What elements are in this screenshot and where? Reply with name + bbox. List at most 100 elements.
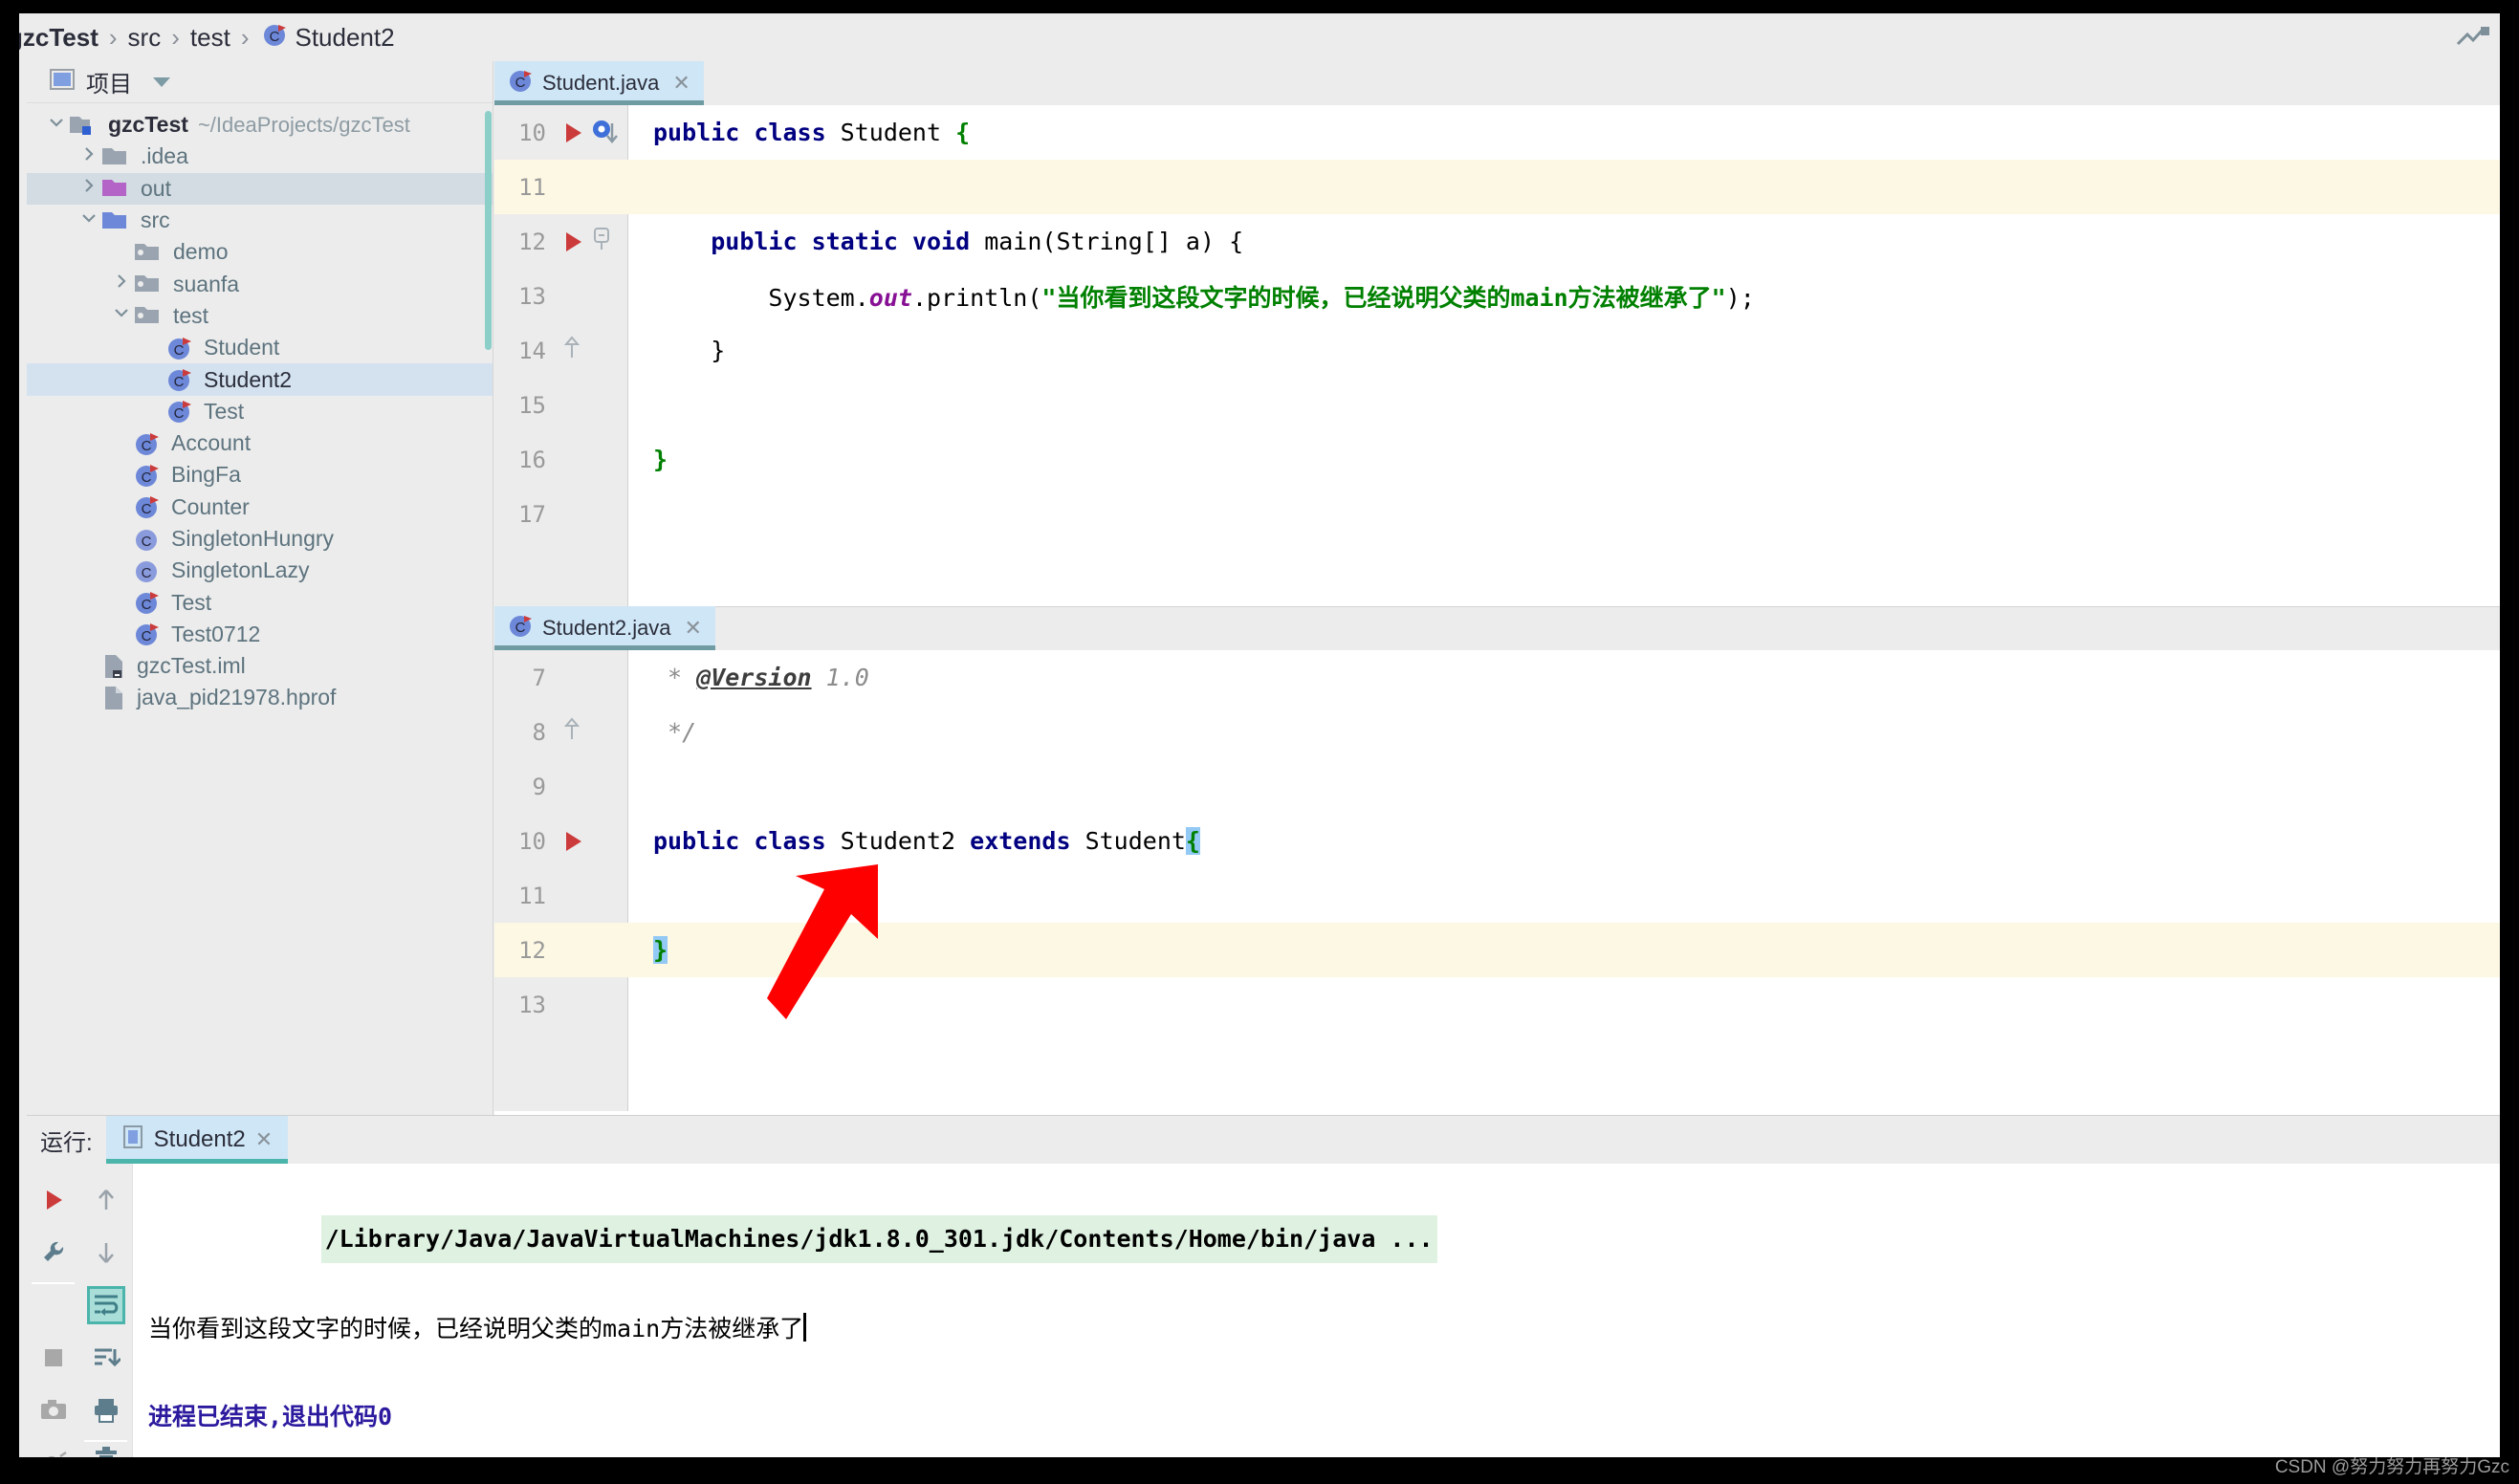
code-line[interactable]: 8 */	[494, 705, 2500, 759]
fold-end-icon[interactable]	[561, 335, 582, 366]
close-icon[interactable]: ✕	[255, 1127, 273, 1152]
chevron-down-icon[interactable]	[109, 303, 134, 328]
code-line[interactable]: 12}	[494, 923, 2500, 977]
code-editor-student[interactable]: 10 public class Student { 11 12 public stat…	[494, 105, 2500, 606]
breadcrumb: gzcTest › src › test › C Student2	[19, 13, 2500, 61]
run-triangle-icon[interactable]	[561, 120, 584, 145]
tree-item-out[interactable]: out	[27, 172, 493, 205]
tree-item-account[interactable]: C Account	[27, 427, 493, 459]
tree-item-suanfa[interactable]: suanfa	[27, 268, 493, 299]
breadcrumb-item-src[interactable]: src	[128, 23, 162, 53]
code-line[interactable]: 13 System.out.println("当你看到这段文字的时候，已经说明父…	[494, 269, 2500, 323]
camera-icon[interactable]	[27, 1384, 79, 1436]
hprof-file-icon	[101, 685, 126, 711]
tree-item-label: test	[173, 302, 209, 328]
rerun-button[interactable]	[27, 1173, 79, 1226]
code-line[interactable]: 16}	[494, 432, 2500, 487]
close-icon[interactable]: ✕	[672, 71, 690, 96]
console-toolbar	[27, 1164, 132, 1457]
tree-item-label: gzcTest	[108, 112, 188, 138]
code-line[interactable]: 17	[494, 487, 2500, 541]
tree-item-bingfa[interactable]: C BingFa	[27, 459, 493, 491]
code-line[interactable]: 11	[494, 160, 2500, 214]
code-line[interactable]: 10 public class Student2 extends Student{	[494, 814, 2500, 868]
code-line[interactable]: 12 public static void main(String[] a) {	[494, 214, 2500, 269]
code-line[interactable]: 11	[494, 868, 2500, 923]
run-tab-student2[interactable]: Student2 ✕	[105, 1116, 289, 1164]
line-number: 11	[518, 173, 546, 201]
project-tree[interactable]: gzcTest ~/IdeaProjects/gzcTest .idea out src…	[27, 103, 493, 714]
code-text: }	[653, 936, 668, 964]
code-line[interactable]: 9	[494, 759, 2500, 814]
overridden-method-icon[interactable]	[591, 119, 620, 147]
line-gutter[interactable]	[554, 119, 642, 147]
tree-item-student[interactable]: C Student	[27, 332, 493, 363]
line-gutter[interactable]	[554, 716, 642, 748]
tab-student-java[interactable]: C Student.java ✕	[494, 61, 704, 105]
code-line[interactable]: 15	[494, 378, 2500, 432]
breadcrumb-item-student2[interactable]: Student2	[295, 23, 394, 53]
tree-item-src[interactable]: src	[27, 205, 493, 236]
sidebar-scrollbar[interactable]	[485, 111, 492, 350]
scroll-up-button[interactable]	[79, 1173, 132, 1226]
code-text: }	[653, 446, 668, 473]
package-icon	[134, 303, 163, 328]
code-line[interactable]: 7 * @Version 1.0	[494, 650, 2500, 705]
console-output[interactable]: /Library/Java/JavaVirtualMachines/jdk1.8…	[132, 1164, 2500, 1457]
java-class-runnable-icon: C	[134, 621, 161, 647]
line-gutter[interactable]	[554, 829, 642, 854]
code-line[interactable]: 14 }	[494, 323, 2500, 378]
tree-item-test[interactable]: C Test	[27, 586, 493, 618]
tree-item-test[interactable]: C Test	[27, 396, 493, 427]
fold-end-icon[interactable]	[561, 716, 582, 748]
code-line[interactable]: 13	[494, 977, 2500, 1032]
line-gutter[interactable]	[554, 227, 642, 257]
tree-item-label: out	[141, 175, 171, 201]
code-line[interactable]: 10 public class Student {	[494, 105, 2500, 160]
tree-item-counter[interactable]: C Counter	[27, 491, 493, 523]
tree-item--idea[interactable]: .idea	[27, 141, 493, 172]
scroll-to-end-button[interactable]	[79, 1331, 132, 1384]
line-gutter[interactable]	[554, 335, 642, 366]
fold-collapse-icon[interactable]	[591, 227, 612, 257]
code-text: public class Student {	[653, 119, 971, 146]
svg-text:C: C	[142, 628, 152, 644]
trash-icon[interactable]	[79, 1432, 132, 1457]
print-icon[interactable]	[79, 1384, 132, 1436]
run-triangle-icon[interactable]	[561, 229, 584, 254]
debug-icon[interactable]	[27, 1436, 79, 1457]
code-editor-student2[interactable]: 7 * @Version 1.0 8 */9 10 public class Stud…	[494, 650, 2500, 1111]
tree-item-gzctest-iml[interactable]: gzcTest.iml	[27, 650, 493, 682]
tree-item-gzctest[interactable]: gzcTest ~/IdeaProjects/gzcTest	[27, 109, 493, 141]
scroll-down-button[interactable]	[79, 1226, 132, 1278]
soft-wrap-toggle[interactable]	[79, 1278, 132, 1331]
chevron-down-icon[interactable]	[77, 208, 101, 233]
chevron-right-icon[interactable]	[109, 272, 134, 296]
tree-item-singletonlazy[interactable]: C SingletonLazy	[27, 555, 493, 586]
package-icon	[134, 272, 163, 296]
chevron-right-icon[interactable]	[77, 176, 101, 201]
tree-item-label: Test	[171, 589, 212, 615]
breadcrumb-item-test[interactable]: test	[190, 23, 230, 53]
line-number: 10	[518, 119, 546, 146]
tab-student2-java[interactable]: C Student2.java ✕	[494, 606, 715, 650]
ide-top-right-icon[interactable]	[2454, 21, 2492, 54]
svg-text:C: C	[174, 342, 185, 359]
chevron-down-icon[interactable]	[153, 76, 170, 87]
console-wrap: /Library/Java/JavaVirtualMachines/jdk1.8…	[27, 1164, 2500, 1457]
code-text: * @Version 1.0	[653, 664, 869, 691]
close-icon[interactable]: ✕	[685, 616, 702, 641]
settings-wrench-button[interactable]	[27, 1226, 79, 1278]
stop-button[interactable]	[27, 1331, 79, 1384]
tree-item-student2[interactable]: C Student2	[27, 363, 493, 396]
tree-item-java-pid21978-hprof[interactable]: java_pid21978.hprof	[27, 682, 493, 713]
breadcrumb-item-project[interactable]: gzcTest	[19, 23, 99, 53]
tree-item-label: Test	[204, 398, 245, 424]
chevron-down-icon[interactable]	[44, 113, 69, 138]
run-triangle-icon[interactable]	[561, 829, 584, 854]
tree-item-test0712[interactable]: C Test0712	[27, 619, 493, 650]
tree-item-singletonhungry[interactable]: C SingletonHungry	[27, 523, 493, 555]
tree-item-test[interactable]: test	[27, 300, 493, 332]
tree-item-demo[interactable]: demo	[27, 236, 493, 268]
chevron-right-icon[interactable]	[77, 144, 101, 169]
